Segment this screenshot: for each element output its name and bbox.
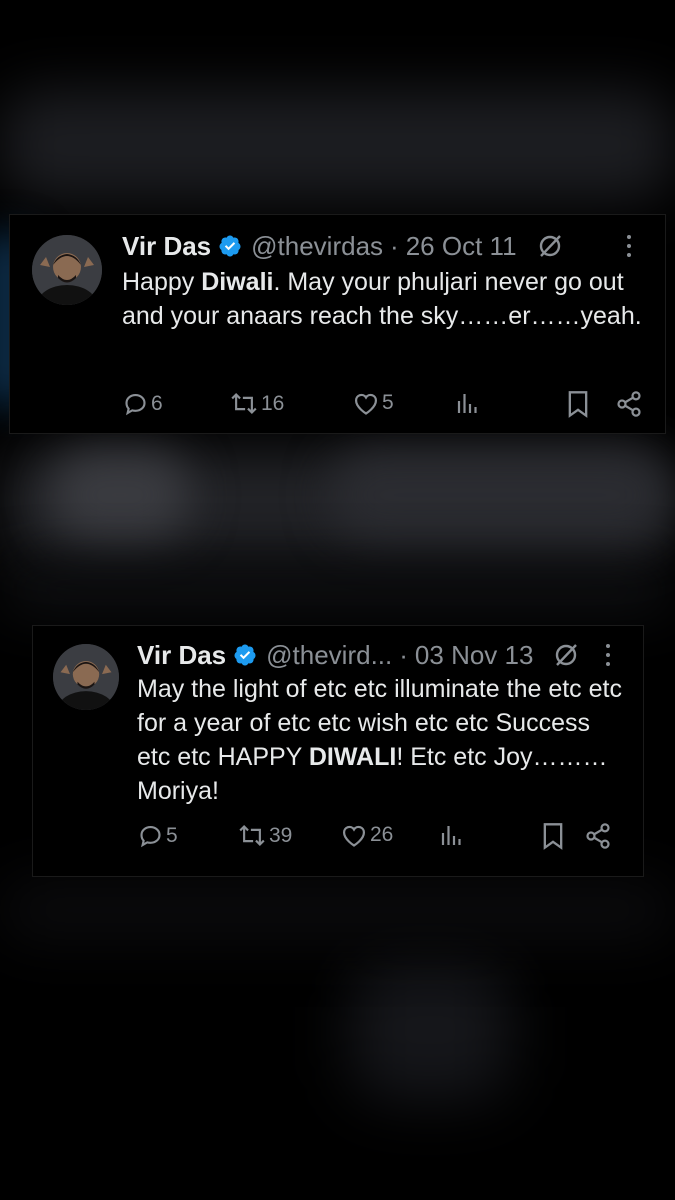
tweet-header: Vir Das @thevird... · 03 Nov 13 [137, 638, 579, 672]
avatar-image [53, 644, 119, 710]
reply-button[interactable]: 5 [137, 822, 178, 849]
tweet-text-part: Happy [122, 268, 202, 296]
blur-band [330, 450, 670, 540]
share-button[interactable] [615, 390, 643, 418]
avatar[interactable] [32, 235, 102, 305]
author-name[interactable]: Vir Das [137, 640, 226, 671]
reply-count: 6 [151, 391, 163, 415]
like-button[interactable]: 26 [340, 822, 393, 848]
repost-button[interactable]: 39 [237, 822, 292, 849]
reply-button[interactable]: 6 [122, 390, 163, 417]
views-icon [441, 826, 461, 845]
tweet-date[interactable]: 03 Nov 13 [415, 640, 534, 671]
tweet-actions: 6 16 5 [122, 390, 642, 420]
like-icon [354, 393, 378, 415]
like-count: 26 [370, 823, 394, 846]
views-button[interactable] [455, 390, 479, 416]
share-icon [617, 391, 641, 417]
reply-icon [140, 825, 161, 848]
tweet-text-bold: DIWALI [308, 743, 397, 771]
repost-icon [239, 824, 265, 847]
tweet-date[interactable]: 26 Oct 11 [406, 231, 517, 262]
tweet-text: May the light of etc etc illuminate the … [137, 672, 627, 808]
tweet-text: Happy Diwali. May your phuljari never go… [122, 265, 652, 333]
verified-badge-icon [218, 234, 242, 258]
views-button[interactable] [439, 822, 463, 848]
author-name[interactable]: Vir Das [122, 231, 211, 262]
like-icon [342, 825, 366, 847]
reply-count: 5 [166, 823, 178, 847]
avatar-image [32, 235, 102, 305]
header-separator: · [390, 230, 399, 261]
blur-band [50, 450, 190, 540]
like-button[interactable]: 5 [352, 390, 394, 416]
more-icon[interactable] [605, 644, 611, 670]
bookmark-button[interactable] [541, 822, 565, 850]
blurred-background [0, 0, 675, 1200]
tweet-card[interactable]: Vir Das @thevirdas · 26 Oct 11 Happy Diw… [10, 215, 665, 433]
share-icon [586, 823, 610, 849]
more-icon[interactable] [626, 235, 632, 261]
avatar[interactable] [53, 644, 119, 710]
share-button[interactable] [584, 822, 612, 850]
tweet-card[interactable]: Vir Das @thevird... · 03 Nov 13 May the … [33, 626, 643, 876]
views-icon [457, 394, 477, 413]
repost-button[interactable]: 16 [229, 390, 284, 417]
repost-count: 39 [269, 823, 293, 847]
author-handle[interactable]: @thevird... [266, 640, 392, 671]
bookmark-icon [543, 823, 563, 850]
repost-icon [231, 392, 257, 415]
blur-band [0, 880, 675, 940]
repost-count: 16 [261, 391, 285, 415]
grok-icon[interactable] [537, 233, 563, 259]
blur-band [350, 960, 510, 1100]
tweet-actions: 5 39 26 [137, 822, 617, 852]
reply-icon [125, 393, 146, 416]
verified-badge-icon [233, 643, 257, 667]
bookmark-icon [568, 391, 588, 418]
header-separator: · [399, 639, 408, 670]
grok-icon[interactable] [553, 642, 579, 668]
blur-band [0, 90, 675, 200]
like-count: 5 [382, 391, 394, 414]
blur-band [0, 570, 675, 610]
bookmark-button[interactable] [566, 390, 590, 418]
author-handle[interactable]: @thevirdas [251, 231, 383, 262]
tweet-header: Vir Das @thevirdas · 26 Oct 11 [122, 229, 563, 263]
tweet-text-bold: Diwali [201, 268, 274, 296]
